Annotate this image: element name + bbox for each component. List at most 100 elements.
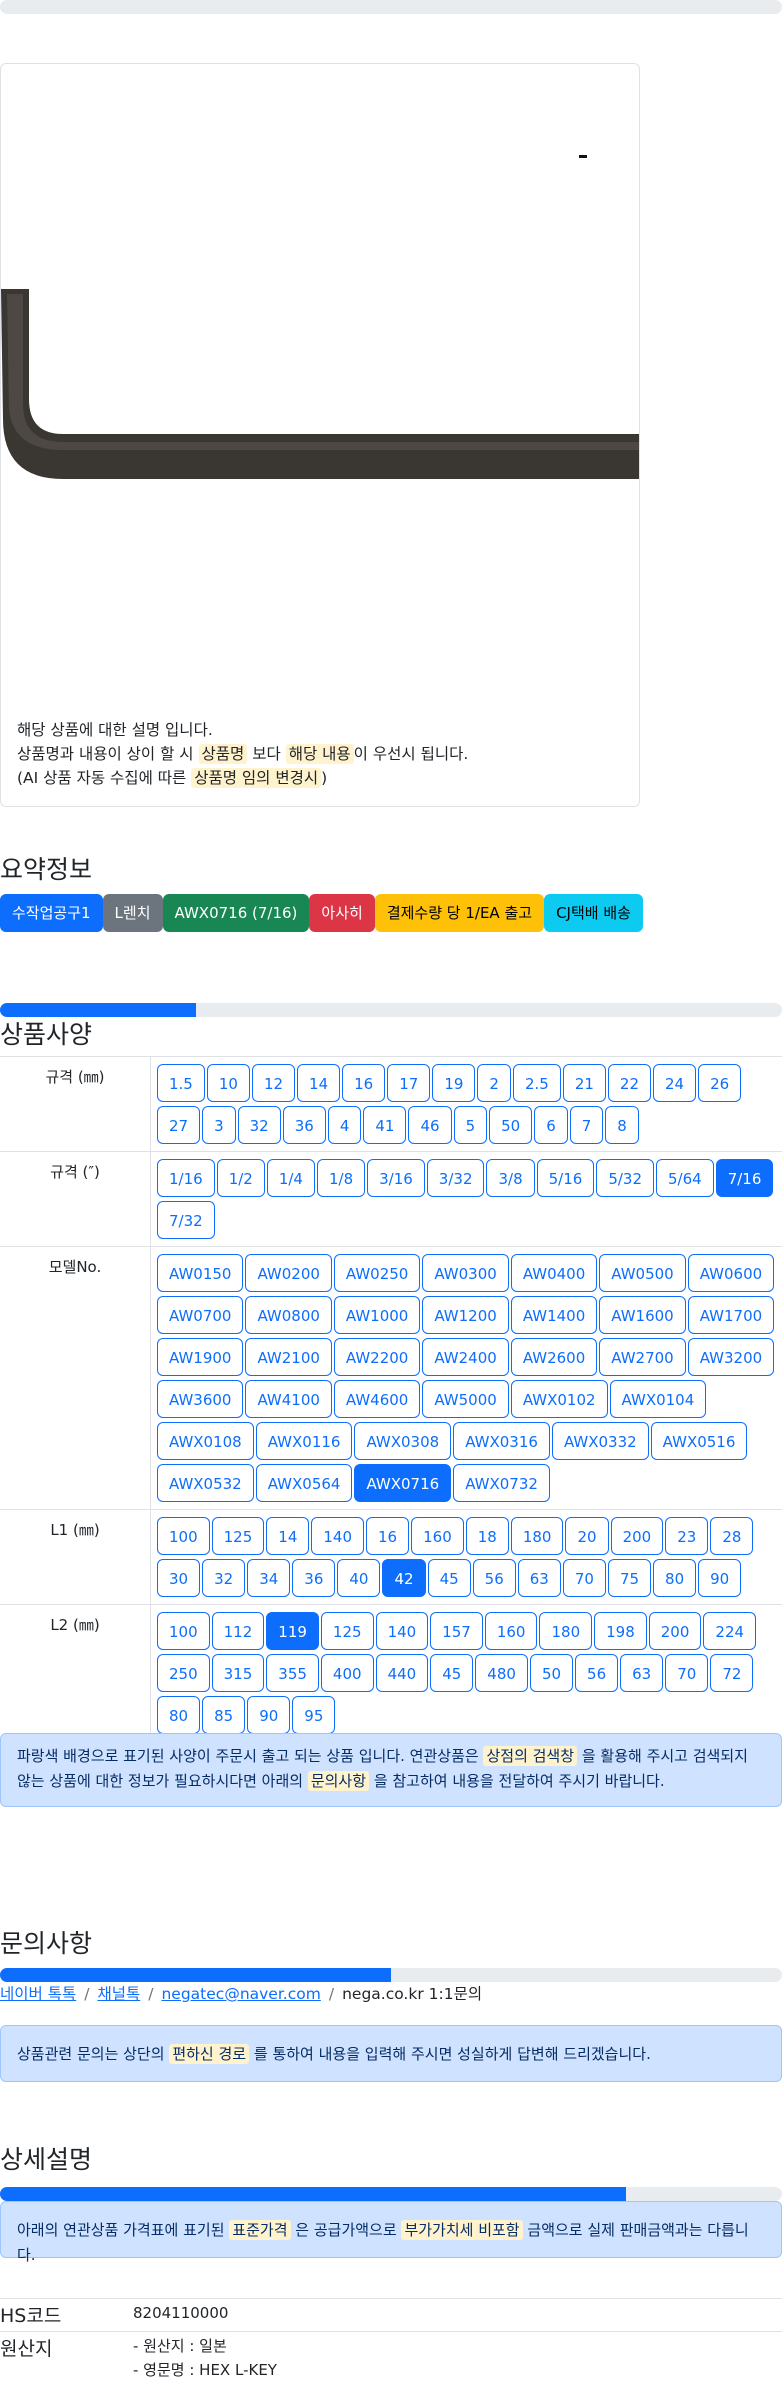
spec-option-button[interactable]: 5 <box>453 1106 488 1144</box>
spec-option-button[interactable]: 34 <box>247 1559 291 1597</box>
spec-option-button[interactable]: 400 <box>320 1654 374 1692</box>
spec-option-button[interactable]: AW0600 <box>687 1254 775 1292</box>
spec-option-button[interactable]: 36 <box>282 1106 326 1144</box>
spec-option-button[interactable]: 41 <box>363 1106 407 1144</box>
spec-option-button[interactable]: 16 <box>366 1517 410 1555</box>
spec-option-button[interactable]: 1/2 <box>216 1159 265 1197</box>
spec-option-button[interactable]: 1/8 <box>316 1159 366 1197</box>
spec-option-button[interactable]: 3/32 <box>426 1159 485 1197</box>
spec-option-button[interactable]: 28 <box>710 1517 754 1555</box>
spec-option-button[interactable]: AWX0716 <box>354 1464 452 1502</box>
spec-option-button[interactable]: 200 <box>610 1517 664 1555</box>
spec-option-button[interactable]: AW1900 <box>157 1338 244 1376</box>
spec-option-button[interactable]: AW0800 <box>245 1296 332 1334</box>
spec-option-button[interactable]: 125 <box>320 1612 374 1650</box>
spec-option-button[interactable]: 17 <box>387 1064 431 1102</box>
spec-option-button[interactable]: 160 <box>484 1612 538 1650</box>
spec-option-button[interactable]: 3 <box>202 1106 236 1144</box>
channel-talk-link[interactable]: 채널톡 <box>97 1985 140 2003</box>
spec-option-button[interactable]: AW3600 <box>157 1380 244 1418</box>
spec-option-button[interactable]: AW2600 <box>510 1338 598 1376</box>
spec-option-button[interactable]: 50 <box>529 1654 574 1692</box>
spec-option-button[interactable]: AWX0532 <box>157 1464 254 1502</box>
spec-option-button[interactable]: 40 <box>337 1559 381 1597</box>
spec-option-button[interactable]: AW2400 <box>422 1338 509 1376</box>
spec-option-button[interactable]: 6 <box>534 1106 568 1144</box>
spec-option-button[interactable]: 27 <box>157 1106 201 1144</box>
spec-option-button[interactable]: AW0400 <box>510 1254 598 1292</box>
spec-option-button[interactable]: AW2200 <box>333 1338 421 1376</box>
spec-option-button[interactable]: 30 <box>157 1559 201 1597</box>
spec-option-button[interactable]: 50 <box>489 1106 533 1144</box>
spec-option-button[interactable]: 2 <box>477 1064 511 1102</box>
spec-option-button[interactable]: 75 <box>607 1559 652 1597</box>
spec-option-button[interactable]: 80 <box>157 1696 201 1734</box>
spec-option-button[interactable]: 160 <box>411 1517 464 1555</box>
spec-option-button[interactable]: 480 <box>475 1654 528 1692</box>
spec-option-button[interactable]: 112 <box>211 1612 265 1650</box>
spec-option-button[interactable]: 1/4 <box>266 1159 315 1197</box>
spec-option-button[interactable]: 3/8 <box>486 1159 535 1197</box>
spec-option-button[interactable]: 355 <box>266 1654 319 1692</box>
spec-option-button[interactable]: 85 <box>202 1696 246 1734</box>
spec-option-button[interactable]: 8 <box>605 1106 639 1144</box>
spec-option-button[interactable]: AW3200 <box>687 1338 775 1376</box>
spec-option-button[interactable]: 42 <box>382 1559 426 1597</box>
spec-option-button[interactable]: 7/16 <box>715 1159 774 1197</box>
spec-option-button[interactable]: 315 <box>211 1654 265 1692</box>
spec-option-button[interactable]: 100 <box>157 1612 210 1650</box>
spec-option-button[interactable]: 90 <box>247 1696 291 1734</box>
spec-option-button[interactable]: 23 <box>665 1517 709 1555</box>
email-link[interactable]: negatec@naver.com <box>161 1985 320 2003</box>
spec-option-button[interactable]: AW1400 <box>510 1296 598 1334</box>
spec-option-button[interactable]: 72 <box>710 1654 754 1692</box>
spec-option-button[interactable]: 198 <box>594 1612 647 1650</box>
spec-option-button[interactable]: 440 <box>375 1654 429 1692</box>
spec-option-button[interactable]: 19 <box>432 1064 476 1102</box>
spec-option-button[interactable]: 56 <box>575 1654 619 1692</box>
spec-option-button[interactable]: 10 <box>206 1064 250 1102</box>
spec-option-button[interactable]: AW4600 <box>333 1380 421 1418</box>
spec-option-button[interactable]: AWX0108 <box>157 1422 254 1460</box>
naver-talk-link[interactable]: 네이버 톡톡 <box>0 1985 76 2003</box>
spec-option-button[interactable]: AW0200 <box>245 1254 332 1292</box>
spec-option-button[interactable]: AWX0732 <box>453 1464 550 1502</box>
spec-option-button[interactable]: 5/64 <box>656 1159 714 1197</box>
spec-option-button[interactable]: 7/32 <box>157 1201 215 1239</box>
spec-option-button[interactable]: AW1700 <box>687 1296 775 1334</box>
spec-option-button[interactable]: 45 <box>430 1654 474 1692</box>
spec-option-button[interactable]: AWX0102 <box>510 1380 608 1418</box>
spec-option-button[interactable]: 24 <box>653 1064 697 1102</box>
spec-option-button[interactable]: 140 <box>375 1612 429 1650</box>
spec-option-button[interactable]: AWX0332 <box>551 1422 649 1460</box>
spec-option-button[interactable]: 56 <box>472 1559 516 1597</box>
spec-option-button[interactable]: 180 <box>539 1612 593 1650</box>
spec-option-button[interactable]: 21 <box>562 1064 606 1102</box>
spec-option-button[interactable]: AWX0516 <box>650 1422 748 1460</box>
spec-option-button[interactable]: 100 <box>157 1517 210 1555</box>
spec-option-button[interactable]: 140 <box>311 1517 365 1555</box>
spec-option-button[interactable]: 95 <box>292 1696 336 1734</box>
spec-option-button[interactable]: 157 <box>430 1612 483 1650</box>
spec-option-button[interactable]: 70 <box>562 1559 606 1597</box>
spec-option-button[interactable]: AW0150 <box>157 1254 244 1292</box>
spec-option-button[interactable]: 14 <box>266 1517 310 1555</box>
spec-option-button[interactable]: 1/16 <box>157 1159 215 1197</box>
spec-option-button[interactable]: 90 <box>698 1559 742 1597</box>
spec-option-button[interactable]: 224 <box>703 1612 757 1650</box>
spec-option-button[interactable]: AW0300 <box>422 1254 509 1292</box>
spec-option-button[interactable]: AW0250 <box>333 1254 421 1292</box>
spec-option-button[interactable]: AW1200 <box>422 1296 509 1334</box>
spec-option-button[interactable]: 36 <box>292 1559 336 1597</box>
spec-option-button[interactable]: 70 <box>665 1654 709 1692</box>
spec-option-button[interactable]: 22 <box>607 1064 652 1102</box>
spec-option-button[interactable]: 32 <box>237 1106 281 1144</box>
spec-option-button[interactable]: 2.5 <box>512 1064 561 1102</box>
spec-option-button[interactable]: AW1000 <box>333 1296 421 1334</box>
spec-option-button[interactable]: AWX0116 <box>255 1422 353 1460</box>
spec-option-button[interactable]: 5/32 <box>596 1159 654 1197</box>
spec-option-button[interactable]: AW4100 <box>245 1380 332 1418</box>
spec-option-button[interactable]: 250 <box>157 1654 210 1692</box>
spec-option-button[interactable]: 26 <box>698 1064 742 1102</box>
spec-option-button[interactable]: 18 <box>465 1517 509 1555</box>
